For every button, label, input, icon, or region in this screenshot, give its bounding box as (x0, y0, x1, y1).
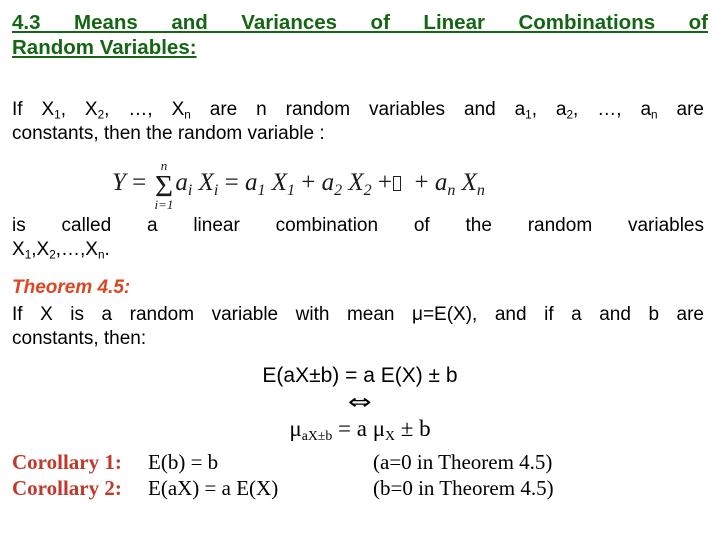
intro-line-1: If X1, X2, …, Xn are n random variables … (12, 98, 704, 122)
formula-termn-a: a (434, 169, 448, 197)
formula-term1-a: a (244, 169, 258, 197)
corollary-row-2: Corollary 2: E(aX) = a E(X) (b=0 in Theore… (12, 476, 712, 501)
formula-term-X-generic: X (198, 169, 214, 197)
formula-term-a-generic: a (175, 169, 188, 197)
definition-seg-X2: ,X (31, 239, 50, 260)
definition-line-1: is called a linear combination of the ra… (12, 215, 704, 236)
theorem-equation-mean: μaX±b = a μX ± b (0, 416, 720, 444)
intro-seg-an: , …, a (573, 99, 652, 120)
intro-seg-mid: are n random variables and a (190, 99, 526, 120)
formula-term2-a: a (321, 169, 335, 197)
formula-termn-X-sub: n (476, 181, 485, 199)
corollary-1-label: Corollary 1: (12, 450, 122, 474)
corollary-1-note: (a=0 in Theorem 4.5) (373, 450, 553, 474)
formula-term2-X-sub: 2 (363, 181, 372, 199)
intro-seg-a2: , a (531, 99, 567, 120)
formula-term1-X-sub: 1 (286, 181, 295, 199)
definition-seg-dots: ,…,X (55, 239, 98, 260)
mu-X-symbol: μ (372, 416, 386, 441)
formula-equals-1: = (132, 169, 147, 197)
mean-equation-equals: = a (332, 416, 373, 441)
summation-operator: n Σ i=1 (155, 159, 174, 212)
formula-plus-1: + (301, 169, 316, 197)
page-title: 4.3 Means and Variances of Linear Combin… (12, 10, 708, 60)
intro-seg-end: are (657, 99, 704, 120)
formula-equals-2: = (224, 169, 239, 197)
formula-term1-a-sub: 1 (257, 181, 266, 199)
mu-X-subscript: X (385, 428, 396, 444)
formula-term-X-generic-sub: i (213, 181, 219, 199)
formula-plus-3: + (414, 169, 429, 197)
equivalence-arrow-row: ⇔ (0, 390, 720, 414)
page-title-line-1: 4.3 Means and Variances of Linear Combin… (12, 11, 708, 34)
definition-paragraph: is called a linear combination of the ra… (12, 214, 704, 262)
corollary-2-equation: E(aX) = a E(X) (148, 476, 279, 500)
summation-lower-limit: i=1 (154, 197, 174, 213)
formula-lhs: Y (112, 169, 126, 197)
corollary-2-note: (b=0 in Theorem 4.5) (373, 476, 554, 500)
mu-aXb-subscript: aX±b (301, 428, 333, 444)
mu-aXb-symbol: μ (289, 416, 302, 441)
intro-seg-if: If X (12, 99, 55, 120)
formula-term1-X: X (271, 169, 287, 197)
formula-term-a-generic-sub: i (187, 181, 193, 199)
double-arrow-icon: ⇔ (348, 390, 372, 414)
intro-line-2: constants, then the random variable : (12, 123, 325, 144)
mean-equation-tail: ± b (395, 416, 431, 441)
corollary-1-equation: E(b) = b (148, 450, 219, 474)
formula-termn-a-sub: n (447, 181, 456, 199)
theorem-body: If X is a random variable with mean μ=E(… (12, 303, 704, 351)
corollary-2-label: Corollary 2: (12, 476, 122, 500)
theorem-equation-expectation: E(aX±b) = a E(X) ± b (262, 364, 458, 387)
formula-termn-X: X (461, 169, 477, 197)
definition-seg-X1: X (12, 239, 25, 260)
formula-term2-a-sub: 2 (334, 181, 343, 199)
slide-canvas: 4.3 Means and Variances of Linear Combin… (0, 0, 720, 540)
missing-glyph-box-icon (392, 176, 401, 192)
sigma-icon: Σ (154, 167, 173, 203)
definition-seg-period: . (104, 239, 110, 260)
theorem-line-1: If X is a random variable with mean μ=E(… (12, 304, 704, 325)
intro-seg-comma1: , X (60, 99, 98, 120)
page-title-line-2: Random Variables: (12, 36, 197, 59)
linear-combination-formula: Y = n Σ i=1 ai Xi = a1 X1 + a2 X2 + + an… (112, 158, 485, 211)
formula-plus-2: + (377, 169, 392, 197)
formula-term2-X: X (348, 169, 364, 197)
corollary-row-1: Corollary 1: E(b) = b (a=0 in Theorem 4.5) (12, 450, 712, 475)
definition-line-2: X1,X2,…,Xn. (12, 238, 704, 262)
intro-seg-dots: , …, X (104, 99, 185, 120)
theorem-heading: Theorem 4.5: (12, 277, 131, 298)
intro-paragraph: If X1, X2, …, Xn are n random variables … (12, 98, 704, 146)
theorem-line-2: constants, then: (12, 328, 147, 349)
